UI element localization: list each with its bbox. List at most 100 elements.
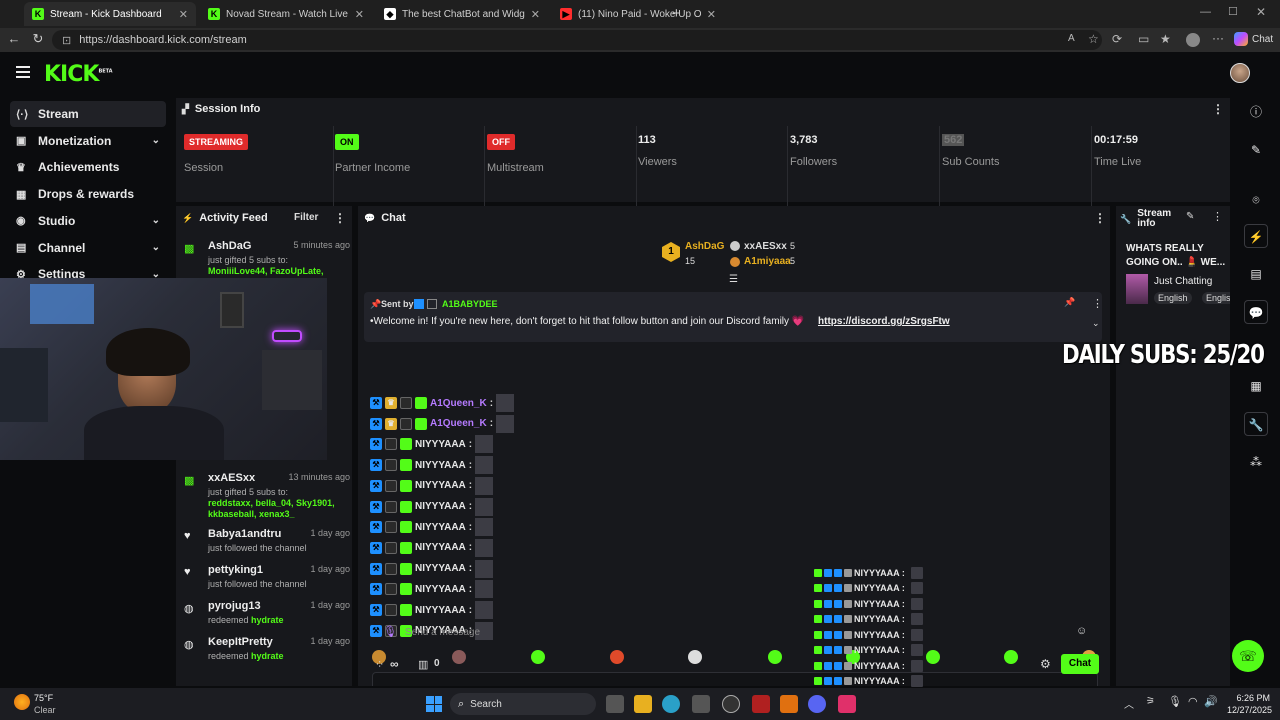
quick-emote[interactable] xyxy=(688,650,702,664)
activity-user[interactable]: AshDaG xyxy=(208,240,251,252)
chat-input-box[interactable] xyxy=(372,672,1098,686)
sidebar-item-drops-rewards[interactable]: ▦ Drops & rewards xyxy=(10,181,166,207)
activity-target[interactable]: hydrate xyxy=(251,615,284,625)
edit-stream-icon[interactable]: ✎ xyxy=(1186,211,1194,222)
unpin-icon[interactable]: 📌 xyxy=(1064,297,1075,308)
browser-tab[interactable]: ◆ The best ChatBot and Widgets for ✕ xyxy=(376,2,548,26)
hamburger-menu-icon[interactable] xyxy=(16,66,30,78)
chat-menu-icon[interactable]: ⋮ xyxy=(1094,211,1106,225)
activity-user[interactable]: pyrojug13 xyxy=(208,600,261,612)
refresh-icon[interactable]: ↻ xyxy=(26,31,50,47)
chevron-down-icon[interactable]: ⌄ xyxy=(152,215,160,226)
activity-target[interactable]: hydrate xyxy=(251,651,284,661)
network-icon[interactable]: ⚞ xyxy=(1146,696,1155,707)
app-red-icon[interactable] xyxy=(752,695,770,713)
collapse-pinned-icon[interactable]: ⌄ xyxy=(1092,318,1100,329)
quick-emote[interactable] xyxy=(610,650,624,664)
sidebar-item-channel[interactable]: ▤ Channel ⌄ xyxy=(10,235,166,261)
layout-icon[interactable]: ▦ xyxy=(1244,374,1268,398)
chevron-down-icon[interactable]: ⌄ xyxy=(152,242,160,253)
browser-tab[interactable]: K Stream - Kick Dashboard ✕ xyxy=(24,2,196,26)
chat-username[interactable]: NIYYYAAA xyxy=(415,480,466,491)
chevron-down-icon[interactable]: ⌄ xyxy=(152,135,160,146)
sidebar-item-stream[interactable]: ⟨·⟩ Stream xyxy=(10,101,166,127)
tab-close-icon[interactable]: ✕ xyxy=(531,8,540,21)
browser-tab[interactable]: ▶ (11) Nino Paid - Woke Up On Mo ✕ xyxy=(552,2,724,26)
url-field[interactable]: ⊡ https://dashboard.kick.com/stream xyxy=(52,30,1102,50)
chat-username[interactable]: A1Queen_K xyxy=(430,418,487,429)
quick-emote[interactable] xyxy=(452,650,466,664)
volume-icon[interactable]: 🔊 xyxy=(1204,695,1218,708)
minimize-button[interactable]: — xyxy=(1200,6,1211,18)
chat-username[interactable]: NIYYYAAA xyxy=(415,439,466,450)
tab-close-icon[interactable]: ✕ xyxy=(179,8,188,21)
new-tab-button[interactable]: + xyxy=(672,5,681,22)
page-info-icon[interactable]: ⊡ xyxy=(62,34,71,47)
start-icon[interactable] xyxy=(426,696,442,712)
chat-username[interactable]: NIYYYAAA xyxy=(415,522,466,533)
pinned-menu-icon[interactable]: ⋮ xyxy=(1092,297,1103,310)
chat-username[interactable]: A1Queen_K xyxy=(430,398,487,409)
activity-user[interactable]: pettyking1 xyxy=(208,564,263,576)
chat-message[interactable]: ⚒ NIYYYAAA: xyxy=(370,559,494,578)
chat-username[interactable]: NIYYYAAA xyxy=(415,501,466,512)
chat-message[interactable]: ⚒ NIYYYAAA: xyxy=(370,518,494,537)
profile-avatar[interactable] xyxy=(1186,33,1200,47)
emoji-icon[interactable]: ☺ xyxy=(1076,625,1087,637)
chat-settings-icon[interactable]: ⚙ xyxy=(1040,657,1051,671)
chat-message[interactable]: ⚒ NIYYYAAA: xyxy=(370,456,494,475)
sidebar-item-studio[interactable]: ◉ Studio ⌄ xyxy=(10,208,166,234)
file-explorer-icon[interactable] xyxy=(634,695,652,713)
partner-on-badge[interactable]: ON xyxy=(335,134,359,150)
weather-icon[interactable] xyxy=(14,694,30,710)
mic-tray-icon[interactable]: 🎙 xyxy=(1168,695,1182,708)
app-orange-icon[interactable] xyxy=(780,695,798,713)
community-icon[interactable]: ⁂ xyxy=(1244,450,1268,474)
sidebar-item-monetization[interactable]: ▣ Monetization ⌄ xyxy=(10,128,166,154)
read-aloud-icon[interactable]: A xyxy=(1068,33,1075,44)
music-icon[interactable] xyxy=(838,695,856,713)
top-gifter-name[interactable]: AshDaG xyxy=(685,241,724,252)
chat-username[interactable]: NIYYYAAA xyxy=(415,563,466,574)
activity-menu-icon[interactable]: ⋮ xyxy=(334,211,346,225)
tag-english-1[interactable]: English xyxy=(1154,292,1192,304)
more-icon[interactable]: ··· xyxy=(1212,31,1224,45)
filter-button[interactable]: Filter xyxy=(294,212,318,223)
info-icon[interactable]: ⓘ xyxy=(1244,100,1268,124)
tag-english-2[interactable]: English xyxy=(1202,292,1230,304)
bolt-rail-icon[interactable]: ⚡ xyxy=(1244,224,1268,248)
wrench-rail-icon[interactable]: 🔧 xyxy=(1244,412,1268,436)
clock-time[interactable]: 6:26 PM xyxy=(1224,693,1270,703)
pinned-sender[interactable]: A1BABYDEE xyxy=(442,299,498,309)
chat-username[interactable]: NIYYYAAA xyxy=(415,542,466,553)
chat-username[interactable]: NIYYYAAA xyxy=(415,460,466,471)
browser-tab[interactable]: K Novad Stream - Watch Live on Kic ✕ xyxy=(200,2,372,26)
activity-user[interactable]: KeepItPretty xyxy=(208,636,273,648)
wifi-icon[interactable]: ◠ xyxy=(1188,695,1198,708)
obs-icon[interactable] xyxy=(722,695,740,713)
second-gifter-name[interactable]: xxAESxx xyxy=(744,241,787,252)
chat-message[interactable]: ⚒ ♛ A1Queen_K: xyxy=(370,394,515,412)
mic-icon[interactable]: 🎙 xyxy=(383,625,397,638)
quick-emote[interactable] xyxy=(768,650,782,664)
favorite-icon[interactable]: ☆ xyxy=(1088,32,1099,46)
quick-emote[interactable] xyxy=(926,650,940,664)
chat-message[interactable]: ⚒ NIYYYAAA: xyxy=(370,538,494,557)
favorites-bar-icon[interactable]: ★ xyxy=(1160,32,1171,46)
kick-logo[interactable]: KICKBETA xyxy=(44,62,113,87)
maximize-button[interactable]: ☐ xyxy=(1228,5,1238,18)
user-avatar[interactable] xyxy=(1230,63,1250,83)
store-app-icon[interactable] xyxy=(692,695,710,713)
tab-close-icon[interactable]: ✕ xyxy=(355,8,364,21)
support-button[interactable]: ☏ xyxy=(1232,640,1264,672)
pinned-link[interactable]: https://discord.gg/zSrgsFtw xyxy=(818,316,950,327)
activity-user[interactable]: Babya1andtru xyxy=(208,528,281,540)
back-icon[interactable]: ← xyxy=(2,31,26,46)
activity-target[interactable]: reddstaxx, bella_04, Sky1901, kkbaseball… xyxy=(208,498,335,519)
multistream-off-badge[interactable]: OFF xyxy=(487,134,515,150)
close-window-button[interactable]: ✕ xyxy=(1256,5,1266,19)
session-menu-icon[interactable]: ⋮ xyxy=(1212,102,1224,116)
chat-message[interactable]: ⚒ NIYYYAAA: xyxy=(370,497,494,516)
chat-message[interactable]: ⚒ NIYYYAAA: xyxy=(370,476,494,495)
discord-icon[interactable] xyxy=(808,695,826,713)
